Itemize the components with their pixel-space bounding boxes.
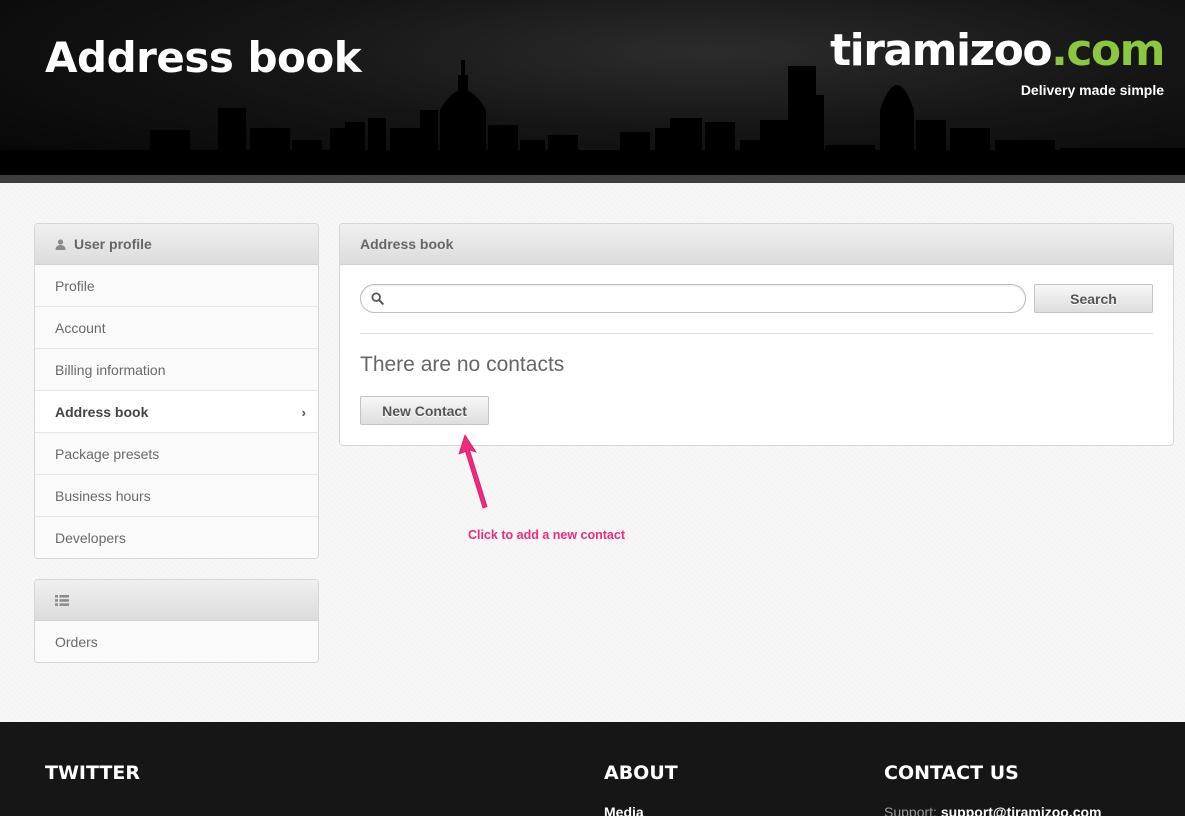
orders-panel-heading [35, 580, 318, 621]
site-header: Address book tiramizoo.com Delivery made… [0, 0, 1185, 175]
new-contact-button[interactable]: New Contact [360, 396, 489, 425]
page-title: Address book [45, 33, 362, 82]
annotation-arrow [458, 434, 488, 509]
orders-panel: Orders [34, 579, 319, 663]
sidebar-item-label: Profile [55, 277, 95, 294]
empty-state-message: There are no contacts [360, 353, 565, 376]
panel-divider [360, 333, 1153, 334]
sidebar-item-label: Package presets [55, 445, 160, 462]
sidebar-item-account[interactable]: Account [35, 307, 318, 349]
address-book-heading: Address book [340, 224, 1173, 265]
list-icon [55, 594, 69, 606]
user-profile-heading-label: User profile [74, 236, 152, 252]
sidebar-item-profile[interactable]: Profile [35, 265, 318, 307]
user-profile-panel: User profile Profile Account Billing inf… [34, 223, 319, 559]
sidebar-item-billing-information[interactable]: Billing information [35, 349, 318, 391]
sidebar-item-label: Orders [55, 634, 98, 650]
footer-about-heading: ABOUT [604, 762, 678, 784]
address-book-heading-label: Address book [360, 236, 454, 252]
footer-contact-heading: CONTACT US [884, 762, 1019, 784]
logo-brand: tiramizoo [830, 25, 1053, 76]
footer-link-media[interactable]: Media [604, 804, 644, 816]
search-icon [371, 292, 384, 310]
tiramizoo-logo[interactable]: tiramizoo.com [830, 25, 1165, 76]
annotation-label: Click to add a new contact [468, 528, 625, 542]
chevron-right-icon: › [301, 405, 306, 420]
support-email-link[interactable]: support@tiramizoo.com [941, 804, 1102, 816]
search-field[interactable] [360, 284, 1026, 313]
footer-support-line: Support: support@tiramizoo.com [884, 804, 1102, 816]
sidebar-item-label: Address book [55, 403, 149, 420]
logo-tld: .com [1051, 25, 1165, 76]
site-footer: TWITTER ABOUT CONTACT US Media Support: … [0, 722, 1185, 816]
support-label: Support: [884, 804, 937, 816]
user-icon [55, 238, 66, 250]
address-book-panel: Address book Search There are no contact… [339, 223, 1174, 446]
sidebar-item-label: Business hours [55, 487, 151, 504]
sidebar-item-label: Account [55, 319, 106, 336]
header-divider-bar [0, 175, 1185, 183]
sidebar-item-label: Developers [55, 530, 126, 546]
sidebar-item-orders[interactable]: Orders [35, 621, 318, 662]
user-profile-heading: User profile [35, 224, 318, 265]
sidebar-item-developers[interactable]: Developers [35, 517, 318, 558]
sidebar-item-label: Billing information [55, 361, 166, 378]
search-input[interactable] [391, 288, 1011, 309]
sidebar-item-package-presets[interactable]: Package presets [35, 433, 318, 475]
tagline: Delivery made simple [1020, 82, 1164, 98]
sidebar-item-address-book[interactable]: Address book › [35, 391, 318, 433]
search-button[interactable]: Search [1034, 284, 1153, 313]
footer-twitter-heading: TWITTER [45, 762, 140, 784]
sidebar-item-business-hours[interactable]: Business hours [35, 475, 318, 517]
